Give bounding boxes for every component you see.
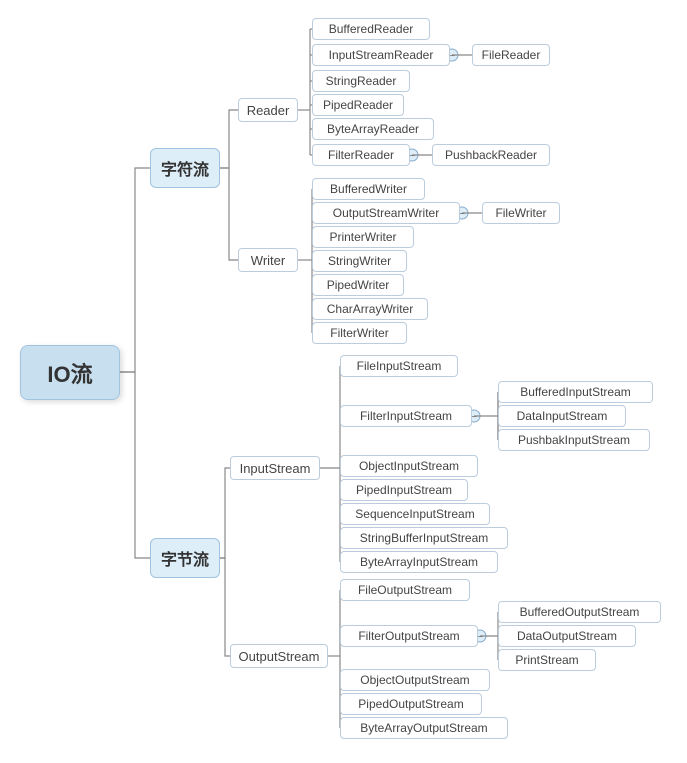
node-bytearrayreader: ByteArrayReader [312,118,434,140]
node-sequenceinputstream: SequenceInputStream [340,503,490,525]
level2-reader: Reader [238,98,298,122]
node-bytearrayoutputstream: ByteArrayOutputStream [340,717,508,739]
level2-inputstream: InputStream [230,456,320,480]
node-bufferedreader: BufferedReader [312,18,430,40]
outputstream-label: OutputStream [239,649,320,664]
charstream-label: 字符流 [161,156,209,180]
node-objectoutputstream: ObjectOutputStream [340,669,490,691]
node-bufferedoutputstream: BufferedOutputStream [498,601,661,623]
node-filewriter: FileWriter [482,202,560,224]
node-filterinputstream: FilterInputStream [340,405,472,427]
node-dataoutputstream: DataOutputStream [498,625,636,647]
level2-outputstream: OutputStream [230,644,328,668]
node-printstream: PrintStream [498,649,596,671]
root-label: IO流 [47,357,92,389]
node-pipedwriter: PipedWriter [312,274,404,296]
node-pipedoutputstream: PipedOutputStream [340,693,482,715]
node-outputstreamwriter: OutputStreamWriter [312,202,460,224]
node-stringbufferinputstream: StringBufferInputStream [340,527,508,549]
node-fileinputstream: FileInputStream [340,355,458,377]
node-inputstreamreader: InputStreamReader [312,44,450,66]
node-printerwriter: PrinterWriter [312,226,414,248]
node-filterreader: FilterReader [312,144,410,166]
level2-writer: Writer [238,248,298,272]
node-pipedreader: PipedReader [312,94,404,116]
level1-charstream: 字符流 [150,148,220,188]
node-bufferedinputstream: BufferedInputStream [498,381,653,403]
node-bytearrayinputstream: ByteArrayInputStream [340,551,498,573]
node-filteroutputstream: FilterOutputStream [340,625,478,647]
node-datainputstream: DataInputStream [498,405,626,427]
node-filereader: FileReader [472,44,550,66]
node-pushbakinputstream: PushbakInputStream [498,429,650,451]
level1-bytestream: 字节流 [150,538,220,578]
node-fileoutputstream: FileOutputStream [340,579,470,601]
writer-label: Writer [251,253,285,268]
node-pipedinputstream: PipedInputStream [340,479,468,501]
node-stringwriter: StringWriter [312,250,407,272]
node-stringreader: StringReader [312,70,410,92]
inputstream-label: InputStream [240,461,311,476]
node-filterwriter: FilterWriter [312,322,407,344]
root-node: IO流 [20,345,120,400]
mindmap: −−−−− IO流 字符流 Reader BufferedReader Inpu… [0,0,687,763]
node-chararraywriter: CharArrayWriter [312,298,428,320]
node-pushbackreader: PushbackReader [432,144,550,166]
node-bufferedwriter: BufferedWriter [312,178,425,200]
node-objectinputstream: ObjectInputStream [340,455,478,477]
bytestream-label: 字节流 [161,546,209,570]
reader-label: Reader [247,103,290,118]
